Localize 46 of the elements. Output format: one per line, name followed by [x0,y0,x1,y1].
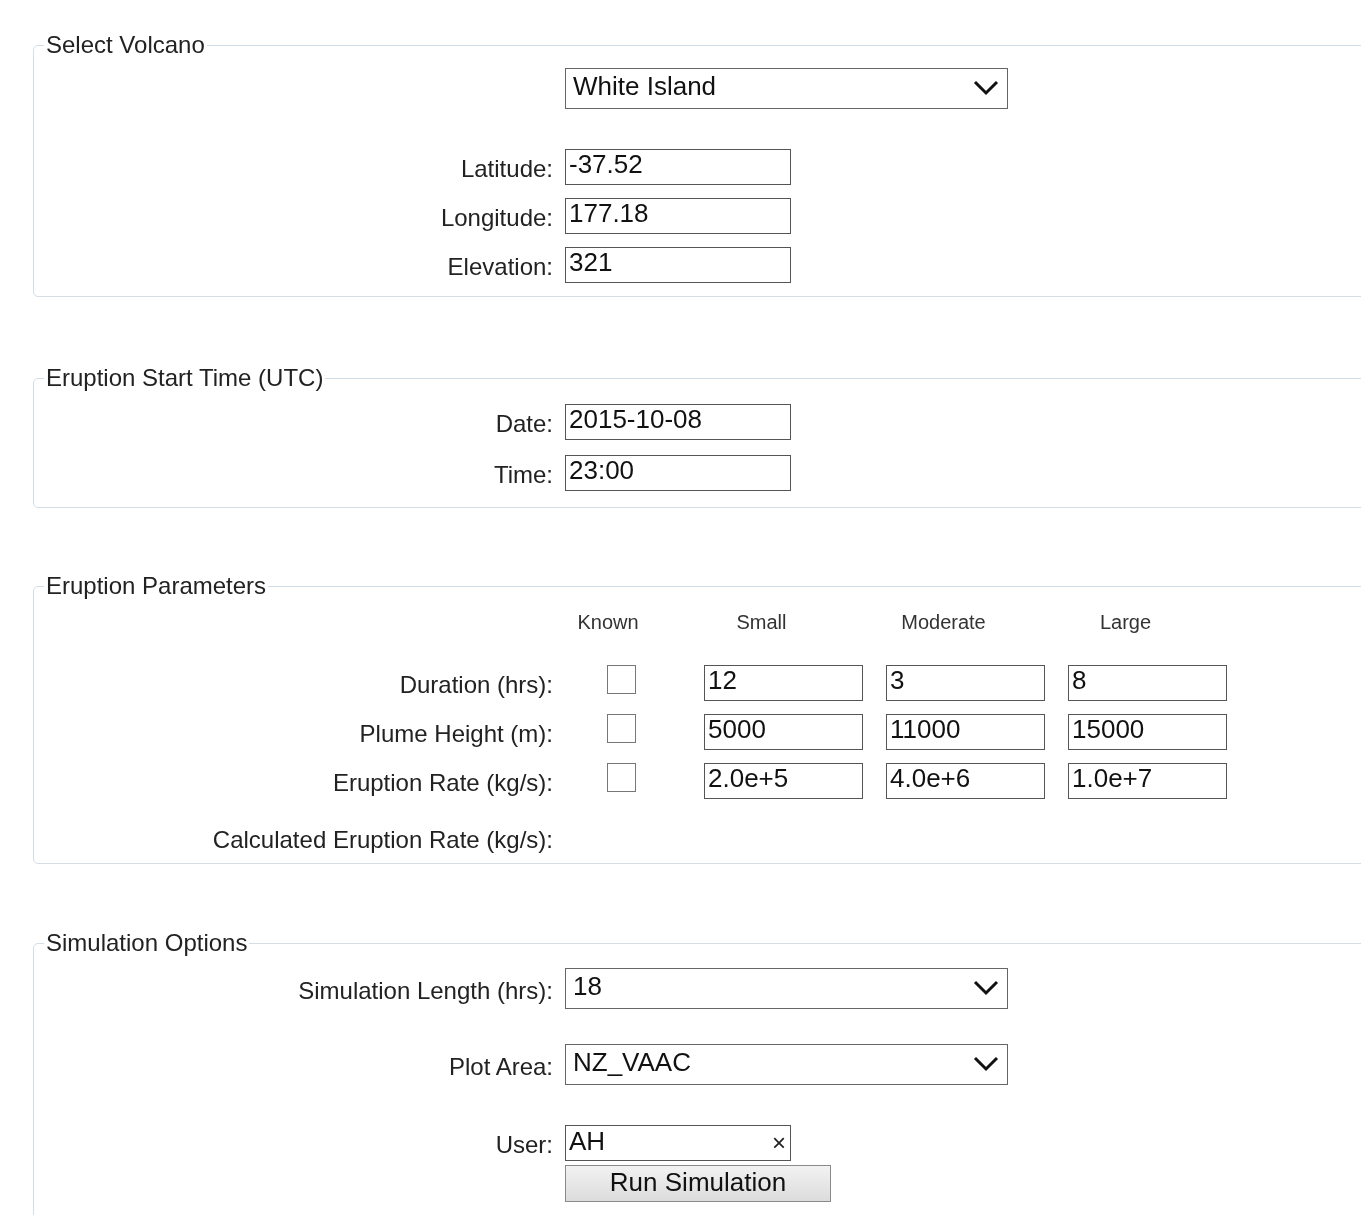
column-header: Large [1098,611,1153,634]
dropdown[interactable]: 18 [565,968,1008,1009]
clear-icon[interactable]: × [772,1126,786,1157]
input-field[interactable]: 177.18 [565,198,791,234]
column-header: Small [735,611,788,634]
section-title: Eruption Start Time (UTC) [45,364,325,392]
input-field[interactable]: 2.0e+5 [704,763,863,799]
input-field[interactable]: 8 [1068,665,1227,701]
input-field[interactable]: 2015-10-08 [565,404,791,440]
input-field[interactable]: 12 [704,665,863,701]
run-simulation-button[interactable]: Run Simulation [565,1165,831,1202]
field-label: Calculated Eruption Rate (kg/s): [211,824,553,854]
dropdown[interactable]: White Island [565,68,1008,109]
input-field[interactable]: 5000 [704,714,863,750]
field-label: Plot Area: [447,1051,553,1081]
section-title: Eruption Parameters [45,572,268,600]
section-title: Simulation Options [45,929,249,957]
section-title: Select Volcano [45,31,206,59]
input-field[interactable]: 15000 [1068,714,1227,750]
checkbox[interactable] [607,763,636,792]
column-header: Known [576,611,640,634]
field-label: Eruption Rate (kg/s): [331,768,553,797]
field-label: Longitude: [439,203,553,232]
field-label: User: [494,1130,553,1159]
input-field[interactable]: 321 [565,247,791,283]
checkbox[interactable] [607,665,636,694]
input-field[interactable]: AH × [565,1125,791,1161]
input-field[interactable]: 11000 [886,714,1045,750]
input-field[interactable]: 3 [886,665,1045,701]
field-label: Simulation Length (hrs): [297,975,553,1005]
input-field[interactable]: 4.0e+6 [886,763,1045,799]
field-label: Time: [492,460,553,489]
input-field[interactable]: -37.52 [565,149,791,185]
chevron-icon [973,980,999,996]
field-label: Plume Height (m): [358,719,553,748]
chevron-icon [973,80,999,96]
input-field[interactable]: 23:00 [565,455,791,491]
chevron-icon [973,1056,999,1072]
field-label: Latitude: [459,154,553,183]
field-label: Elevation: [446,252,553,281]
column-header: Moderate [900,611,987,634]
checkbox[interactable] [607,714,636,743]
dropdown[interactable]: NZ_VAAC [565,1044,1008,1085]
input-field[interactable]: 1.0e+7 [1068,763,1227,799]
field-label: Duration (hrs): [398,670,553,699]
field-label: Date: [494,409,553,438]
